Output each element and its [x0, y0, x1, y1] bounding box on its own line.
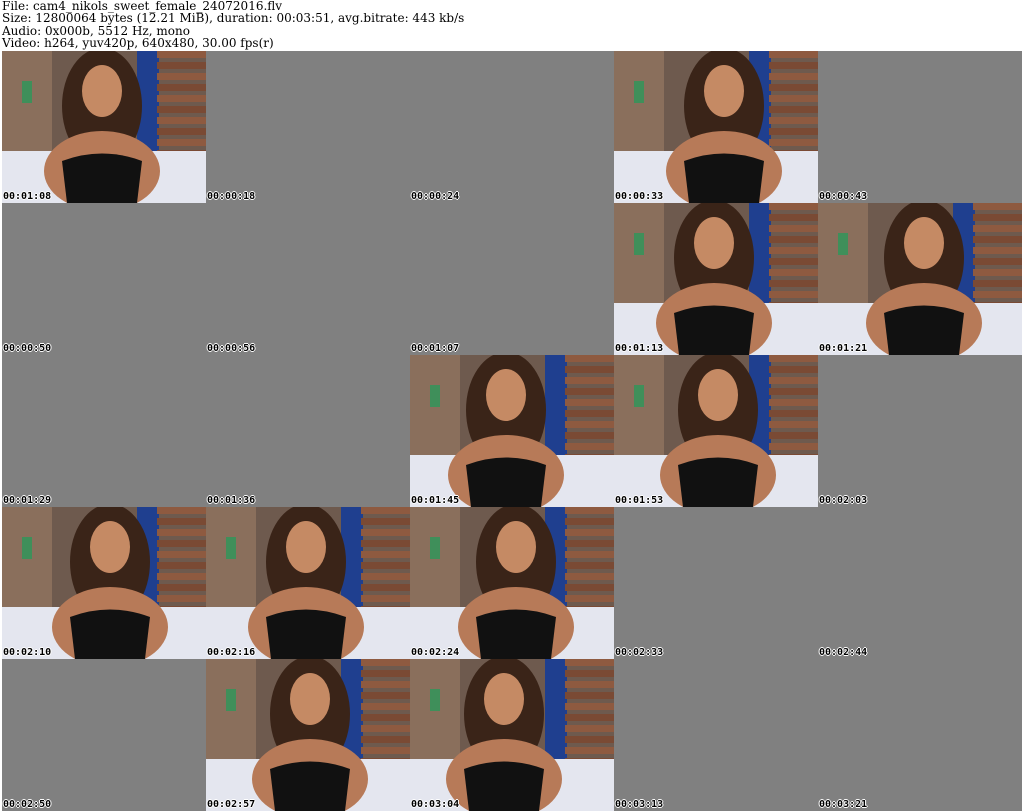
video-info-line: Video: h264, yuv420p, 640x480, 30.00 fps…: [2, 35, 274, 50]
video-thumbnail: 00:01:53: [614, 355, 818, 507]
thumbnail-timestamp: 00:01:45: [411, 495, 460, 506]
video-thumbnail: 00:01:07: [410, 203, 614, 355]
video-thumbnail: 00:02:57: [206, 659, 410, 811]
file-info-header: File: cam4_nikols_sweet_female_24072016.…: [2, 0, 1022, 50]
video-thumbnail: 00:02:44: [818, 507, 1022, 659]
video-frame-image: [206, 659, 410, 811]
video-frame-image: [818, 203, 1022, 355]
video-thumbnail: 00:01:36: [206, 355, 410, 507]
video-thumbnail: 00:01:45: [410, 355, 614, 507]
video-thumbnail: 00:02:24: [410, 507, 614, 659]
thumbnail-timestamp: 00:00:43: [819, 191, 868, 202]
thumbnail-timestamp: 00:01:29: [3, 495, 52, 506]
video-frame-image: [410, 507, 614, 659]
video-frame-image: [614, 355, 818, 507]
video-thumbnail: 00:01:08: [2, 51, 206, 203]
video-thumbnail: 00:00:33: [614, 51, 818, 203]
video-thumbnail: 00:02:33: [614, 507, 818, 659]
video-thumbnail: 00:01:29: [2, 355, 206, 507]
thumbnail-timestamp: 00:01:21: [819, 343, 868, 354]
video-thumbnail: 00:03:13: [614, 659, 818, 811]
thumbnail-timestamp: 00:02:16: [207, 647, 256, 658]
thumbnail-timestamp: 00:03:04: [411, 799, 460, 810]
thumbnail-timestamp: 00:00:56: [207, 343, 256, 354]
video-thumbnail: 00:02:16: [206, 507, 410, 659]
thumbnail-timestamp: 00:01:07: [411, 343, 460, 354]
video-frame-image: [2, 51, 206, 203]
thumbnail-timestamp: 00:00:33: [615, 191, 664, 202]
thumbnail-timestamp: 00:03:21: [819, 799, 868, 810]
video-frame-image: [2, 507, 206, 659]
thumbnail-timestamp: 00:01:08: [3, 191, 52, 202]
video-thumbnail: 00:02:50: [2, 659, 206, 811]
video-frame-image: [410, 355, 614, 507]
video-frame-image: [614, 203, 818, 355]
thumbnail-timestamp: 00:02:10: [3, 647, 52, 658]
video-thumbnail: 00:00:50: [2, 203, 206, 355]
video-thumbnail: 00:00:43: [818, 51, 1022, 203]
thumbnail-timestamp: 00:02:50: [3, 799, 52, 810]
thumbnail-timestamp: 00:01:53: [615, 495, 664, 506]
video-thumbnail: 00:00:56: [206, 203, 410, 355]
thumbnail-timestamp: 00:02:03: [819, 495, 868, 506]
video-thumbnail: 00:02:03: [818, 355, 1022, 507]
video-thumbnail: 00:00:24: [410, 51, 614, 203]
video-frame-image: [206, 507, 410, 659]
video-frame-image: [410, 659, 614, 811]
thumbnail-timestamp: 00:01:36: [207, 495, 256, 506]
video-thumbnail: 00:02:10: [2, 507, 206, 659]
video-thumbnail: 00:01:13: [614, 203, 818, 355]
thumbnail-timestamp: 00:02:57: [207, 799, 256, 810]
thumbnail-grid: 00:01:08 00:00:18 00:00:24 00:00:33 00:00:43…: [2, 51, 1022, 811]
video-thumbnail: 00:03:21: [818, 659, 1022, 811]
video-thumbnail: 00:00:18: [206, 51, 410, 203]
thumbnail-timestamp: 00:02:33: [615, 647, 664, 658]
video-thumbnail: 00:03:04: [410, 659, 614, 811]
video-thumbnail: 00:01:21: [818, 203, 1022, 355]
thumbnail-timestamp: 00:01:13: [615, 343, 664, 354]
thumbnail-timestamp: 00:03:13: [615, 799, 664, 810]
thumbnail-timestamp: 00:00:50: [3, 343, 52, 354]
file-size-line: Size: 12800064 bytes (12.21 MiB), durati…: [2, 11, 465, 26]
video-frame-image: [614, 51, 818, 203]
thumbnail-timestamp: 00:02:24: [411, 647, 460, 658]
thumbnail-timestamp: 00:00:18: [207, 191, 256, 202]
thumbnail-timestamp: 00:00:24: [411, 191, 460, 202]
thumbnail-timestamp: 00:02:44: [819, 647, 868, 658]
